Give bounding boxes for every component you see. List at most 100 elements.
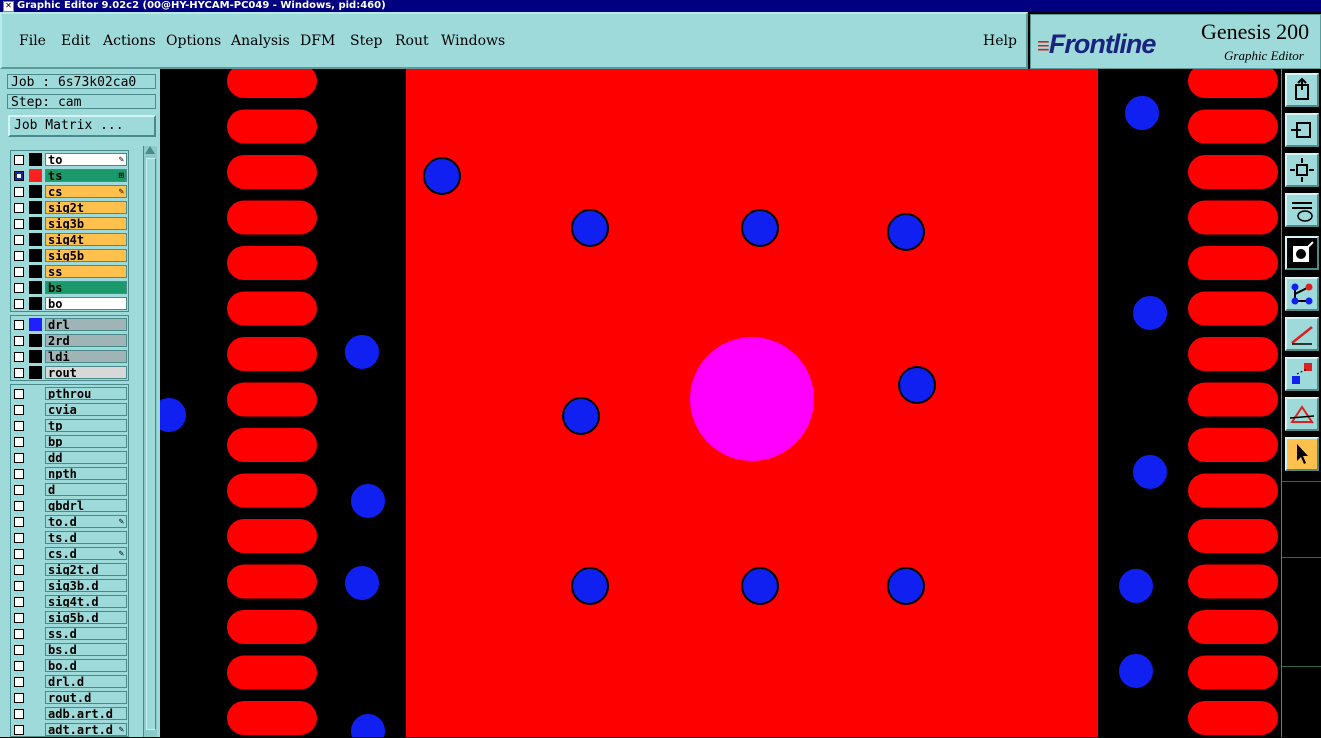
layer-color-swatch[interactable] [29, 403, 42, 416]
via[interactable] [741, 567, 779, 605]
smd-pad[interactable] [1188, 519, 1278, 553]
menu-help[interactable]: Help [983, 33, 1017, 49]
layer-checkbox[interactable] [14, 469, 24, 479]
layer-name[interactable]: ss [45, 265, 127, 278]
via[interactable] [343, 333, 381, 371]
layer-checkbox[interactable] [14, 437, 24, 447]
graphic-canvas[interactable] [160, 69, 1280, 737]
layer-checkbox[interactable] [14, 453, 24, 463]
smd-pad[interactable] [1188, 109, 1278, 144]
layer-color-swatch[interactable] [29, 153, 42, 166]
layer-color-swatch[interactable] [29, 350, 42, 363]
layer-checkbox[interactable] [14, 629, 24, 639]
layer-row-sig5b[interactable]: sig5b [11, 248, 128, 264]
layer-name[interactable]: sig2t [45, 201, 127, 214]
smd-pad[interactable] [1188, 155, 1278, 189]
layer-name[interactable]: gbdrl [45, 499, 127, 512]
layer-checkbox[interactable] [14, 299, 24, 309]
layer-color-swatch[interactable] [29, 366, 42, 379]
layer-color-swatch[interactable] [29, 233, 42, 246]
smd-pad[interactable] [227, 473, 317, 508]
layer-row-sig2t[interactable]: sig2t [11, 200, 128, 216]
menu-file[interactable]: File [19, 33, 46, 49]
layer-name[interactable]: npth [45, 467, 127, 480]
layer-color-swatch[interactable] [29, 467, 42, 480]
layer-row-rout-d[interactable]: rout.d [11, 690, 128, 706]
layer-name[interactable]: to ✎ [45, 153, 127, 166]
layer-color-swatch[interactable] [29, 435, 42, 448]
layer-checkbox[interactable] [14, 187, 24, 197]
zoom-fit-icon[interactable] [1285, 153, 1319, 187]
layer-name[interactable]: sig5b.d [45, 611, 127, 624]
smd-pad[interactable] [1188, 428, 1278, 462]
via[interactable] [887, 567, 925, 605]
layer-name[interactable]: bp [45, 435, 127, 448]
layer-row-tp[interactable]: tp [11, 418, 128, 434]
layer-row-bo[interactable]: bo [11, 296, 128, 312]
layer-checkbox[interactable] [14, 368, 24, 378]
window-close-icon[interactable]: ✕ [3, 1, 14, 12]
layer-color-swatch[interactable] [29, 334, 42, 347]
smd-pad[interactable] [227, 246, 317, 280]
layer-checkbox[interactable] [14, 251, 24, 261]
layer-name[interactable]: adb.art.d [45, 707, 127, 720]
via[interactable] [160, 396, 188, 434]
layer-row-cs[interactable]: cs ✎ [11, 184, 128, 200]
layer-name[interactable]: bs [45, 281, 127, 294]
pointer-select-icon[interactable] [1285, 437, 1319, 471]
layer-name[interactable]: tp [45, 419, 127, 432]
smd-pad[interactable] [1188, 291, 1278, 326]
layer-color-swatch[interactable] [29, 265, 42, 278]
layer-color-swatch[interactable] [29, 691, 42, 704]
layer-name[interactable]: sig5b [45, 249, 127, 262]
smd-pad[interactable] [227, 337, 317, 371]
layer-row-npth[interactable]: npth [11, 466, 128, 482]
via[interactable] [1131, 294, 1169, 332]
layer-checkbox[interactable] [14, 501, 24, 511]
layer-name[interactable]: rout [45, 366, 127, 379]
layer-color-swatch[interactable] [29, 707, 42, 720]
via[interactable] [349, 712, 387, 737]
layer-color-swatch[interactable] [29, 563, 42, 576]
layer-checkbox[interactable] [14, 661, 24, 671]
layer-checkbox[interactable] [14, 597, 24, 607]
layer-color-swatch[interactable] [29, 297, 42, 310]
layer-name[interactable]: cs.d ✎ [45, 547, 127, 560]
layer-row-cs-d[interactable]: cs.d ✎ [11, 546, 128, 562]
layer-name[interactable]: ldi [45, 350, 127, 363]
smd-pad[interactable] [227, 155, 317, 189]
menu-dfm[interactable]: DFM [300, 33, 335, 49]
via[interactable] [1117, 652, 1155, 690]
via[interactable] [571, 209, 609, 247]
layer-row-sig2t-d[interactable]: sig2t.d [11, 562, 128, 578]
layer-row-pthrou[interactable]: pthrou [11, 386, 128, 402]
smd-pad[interactable] [1188, 655, 1278, 690]
layer-checkbox[interactable] [14, 517, 24, 527]
window-select-icon[interactable] [1285, 113, 1319, 147]
smd-pad[interactable] [227, 200, 317, 235]
layer-color-swatch[interactable] [29, 611, 42, 624]
smd-pad[interactable] [227, 428, 317, 462]
layer-checkbox[interactable] [14, 219, 24, 229]
layer-row-sig3b-d[interactable]: sig3b.d [11, 578, 128, 594]
layer-row-dd[interactable]: dd [11, 450, 128, 466]
smd-pad[interactable] [1188, 200, 1278, 235]
via[interactable] [1131, 453, 1169, 491]
layer-row-cvia[interactable]: cvia [11, 402, 128, 418]
smd-pad[interactable] [1188, 564, 1278, 599]
layer-checkbox[interactable] [14, 533, 24, 543]
feature-snap-icon[interactable] [1285, 236, 1319, 270]
measure-icon[interactable] [1285, 317, 1319, 351]
smd-pad[interactable] [227, 109, 317, 144]
layer-row-gbdrl[interactable]: gbdrl [11, 498, 128, 514]
layer-color-swatch[interactable] [29, 595, 42, 608]
layer-color-swatch[interactable] [29, 627, 42, 640]
layer-color-swatch[interactable] [29, 185, 42, 198]
layer-row-ts[interactable]: ts ⊞ [11, 168, 128, 184]
layer-row-2rd[interactable]: 2rd [11, 333, 128, 349]
layer-color-swatch[interactable] [29, 499, 42, 512]
layer-color-swatch[interactable] [29, 387, 42, 400]
layer-row-ss-d[interactable]: ss.d [11, 626, 128, 642]
via[interactable] [343, 564, 381, 602]
menu-rout[interactable]: Rout [395, 33, 429, 49]
